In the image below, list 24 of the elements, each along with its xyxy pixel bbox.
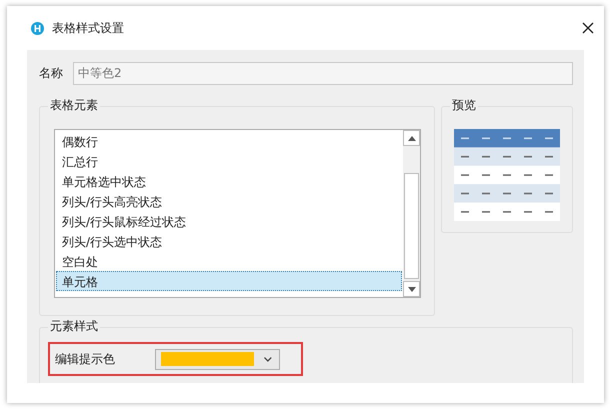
scroll-down-button[interactable] (403, 281, 420, 297)
field-label: 编辑提示色 (55, 350, 116, 368)
scroll-thumb[interactable] (404, 173, 419, 279)
scrollbar[interactable] (403, 130, 420, 297)
group-title: 表格元素 (48, 97, 100, 114)
group-title: 预览 (450, 97, 478, 114)
list-item[interactable]: 空白处 (56, 251, 402, 271)
list-item[interactable]: 单元格 (56, 271, 402, 291)
list-item[interactable]: 列头/行头高亮状态 (56, 191, 402, 211)
app-logo-icon (31, 22, 44, 34)
chevron-down-icon (264, 356, 272, 362)
list-item[interactable]: 偶数行 (56, 131, 402, 151)
close-icon (582, 22, 594, 34)
list-item[interactable]: 单元格选中状态 (56, 171, 402, 191)
color-dropdown[interactable] (155, 348, 280, 370)
window-title: 表格样式设置 (52, 20, 124, 36)
list-item[interactable]: 列头/行头选中状态 (56, 231, 402, 251)
group-title: 元素样式 (48, 318, 100, 335)
name-label: 名称 (39, 65, 63, 82)
up-arrow-icon (408, 136, 416, 140)
scroll-up-button[interactable] (403, 130, 420, 146)
list-item[interactable]: 汇总行 (56, 151, 402, 171)
list-item[interactable]: 列头/行头鼠标经过状态 (56, 211, 402, 231)
down-arrow-icon (408, 286, 416, 292)
